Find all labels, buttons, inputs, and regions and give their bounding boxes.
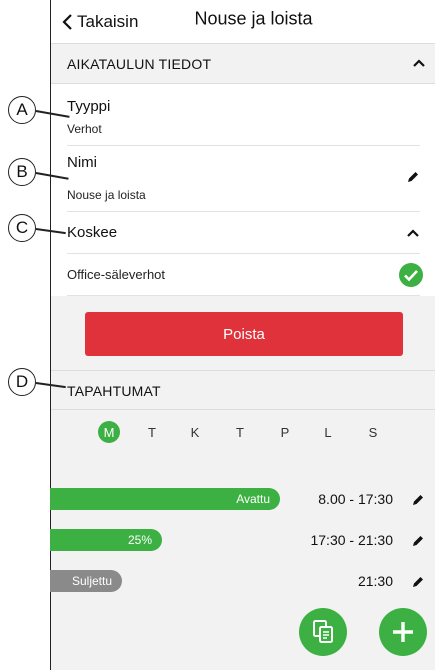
type-value: Verhot	[67, 122, 102, 136]
copy-button[interactable]	[299, 608, 347, 656]
event-time: 21:30	[357, 573, 393, 589]
device-name: Office-säleverhot	[67, 267, 166, 282]
delete-button[interactable]: Poista	[85, 312, 403, 356]
schedule-details-header[interactable]: AIKATAULUN TIEDOT	[51, 44, 435, 84]
event-bar: 25%	[50, 529, 162, 551]
page-title: Nouse ja loista	[194, 8, 313, 29]
day-button[interactable]: K	[184, 421, 206, 443]
applies-to-label: Koskee	[67, 224, 118, 241]
event-bar: Suljettu	[50, 570, 122, 592]
schedule-details-card: Tyyppi Verhot Nimi Nouse ja loista Koske…	[51, 84, 435, 296]
add-event-button[interactable]	[379, 608, 427, 656]
plus-icon	[393, 622, 413, 642]
callout-marker: C	[8, 214, 36, 242]
day-button[interactable]: P	[274, 421, 296, 443]
type-label: Tyyppi	[67, 98, 111, 115]
app-screen: Takaisin Nouse ja loista AIKATAULUN TIED…	[50, 0, 435, 670]
check-circle-icon	[399, 263, 423, 287]
day-button[interactable]: M	[98, 421, 120, 443]
pencil-icon[interactable]	[406, 170, 420, 184]
device-row[interactable]: Office-säleverhot	[67, 254, 423, 296]
type-row: Tyyppi Verhot	[67, 84, 420, 146]
name-row[interactable]: Nimi Nouse ja loista	[67, 146, 420, 212]
day-button[interactable]: L	[317, 421, 339, 443]
event-time: 8.00 - 17:30	[318, 491, 393, 507]
day-button[interactable]: T	[141, 421, 163, 443]
schedule-details-label: AIKATAULUN TIEDOT	[67, 56, 212, 72]
day-button[interactable]: S	[362, 421, 384, 443]
pencil-icon[interactable]	[411, 534, 425, 548]
name-value: Nouse ja loista	[67, 188, 146, 202]
day-button[interactable]: T	[229, 421, 251, 443]
event-bar: Avattu	[50, 488, 280, 510]
pencil-icon[interactable]	[411, 493, 425, 507]
name-label: Nimi	[67, 154, 97, 171]
event-time: 17:30 - 21:30	[310, 532, 393, 548]
chevron-up-icon	[407, 229, 419, 237]
copy-icon	[313, 620, 333, 643]
callout-marker: A	[8, 96, 36, 124]
events-header: TAPAHTUMAT	[51, 370, 435, 410]
callout-marker: B	[8, 158, 36, 186]
pencil-icon[interactable]	[411, 575, 425, 589]
callout-marker: D	[8, 368, 36, 396]
applies-to-row[interactable]: Koskee	[67, 212, 420, 254]
chevron-up-icon	[413, 59, 425, 67]
events-label: TAPAHTUMAT	[67, 383, 161, 399]
top-bar: Takaisin Nouse ja loista	[51, 0, 435, 44]
weekday-selector: M T K T P L S	[51, 410, 435, 454]
